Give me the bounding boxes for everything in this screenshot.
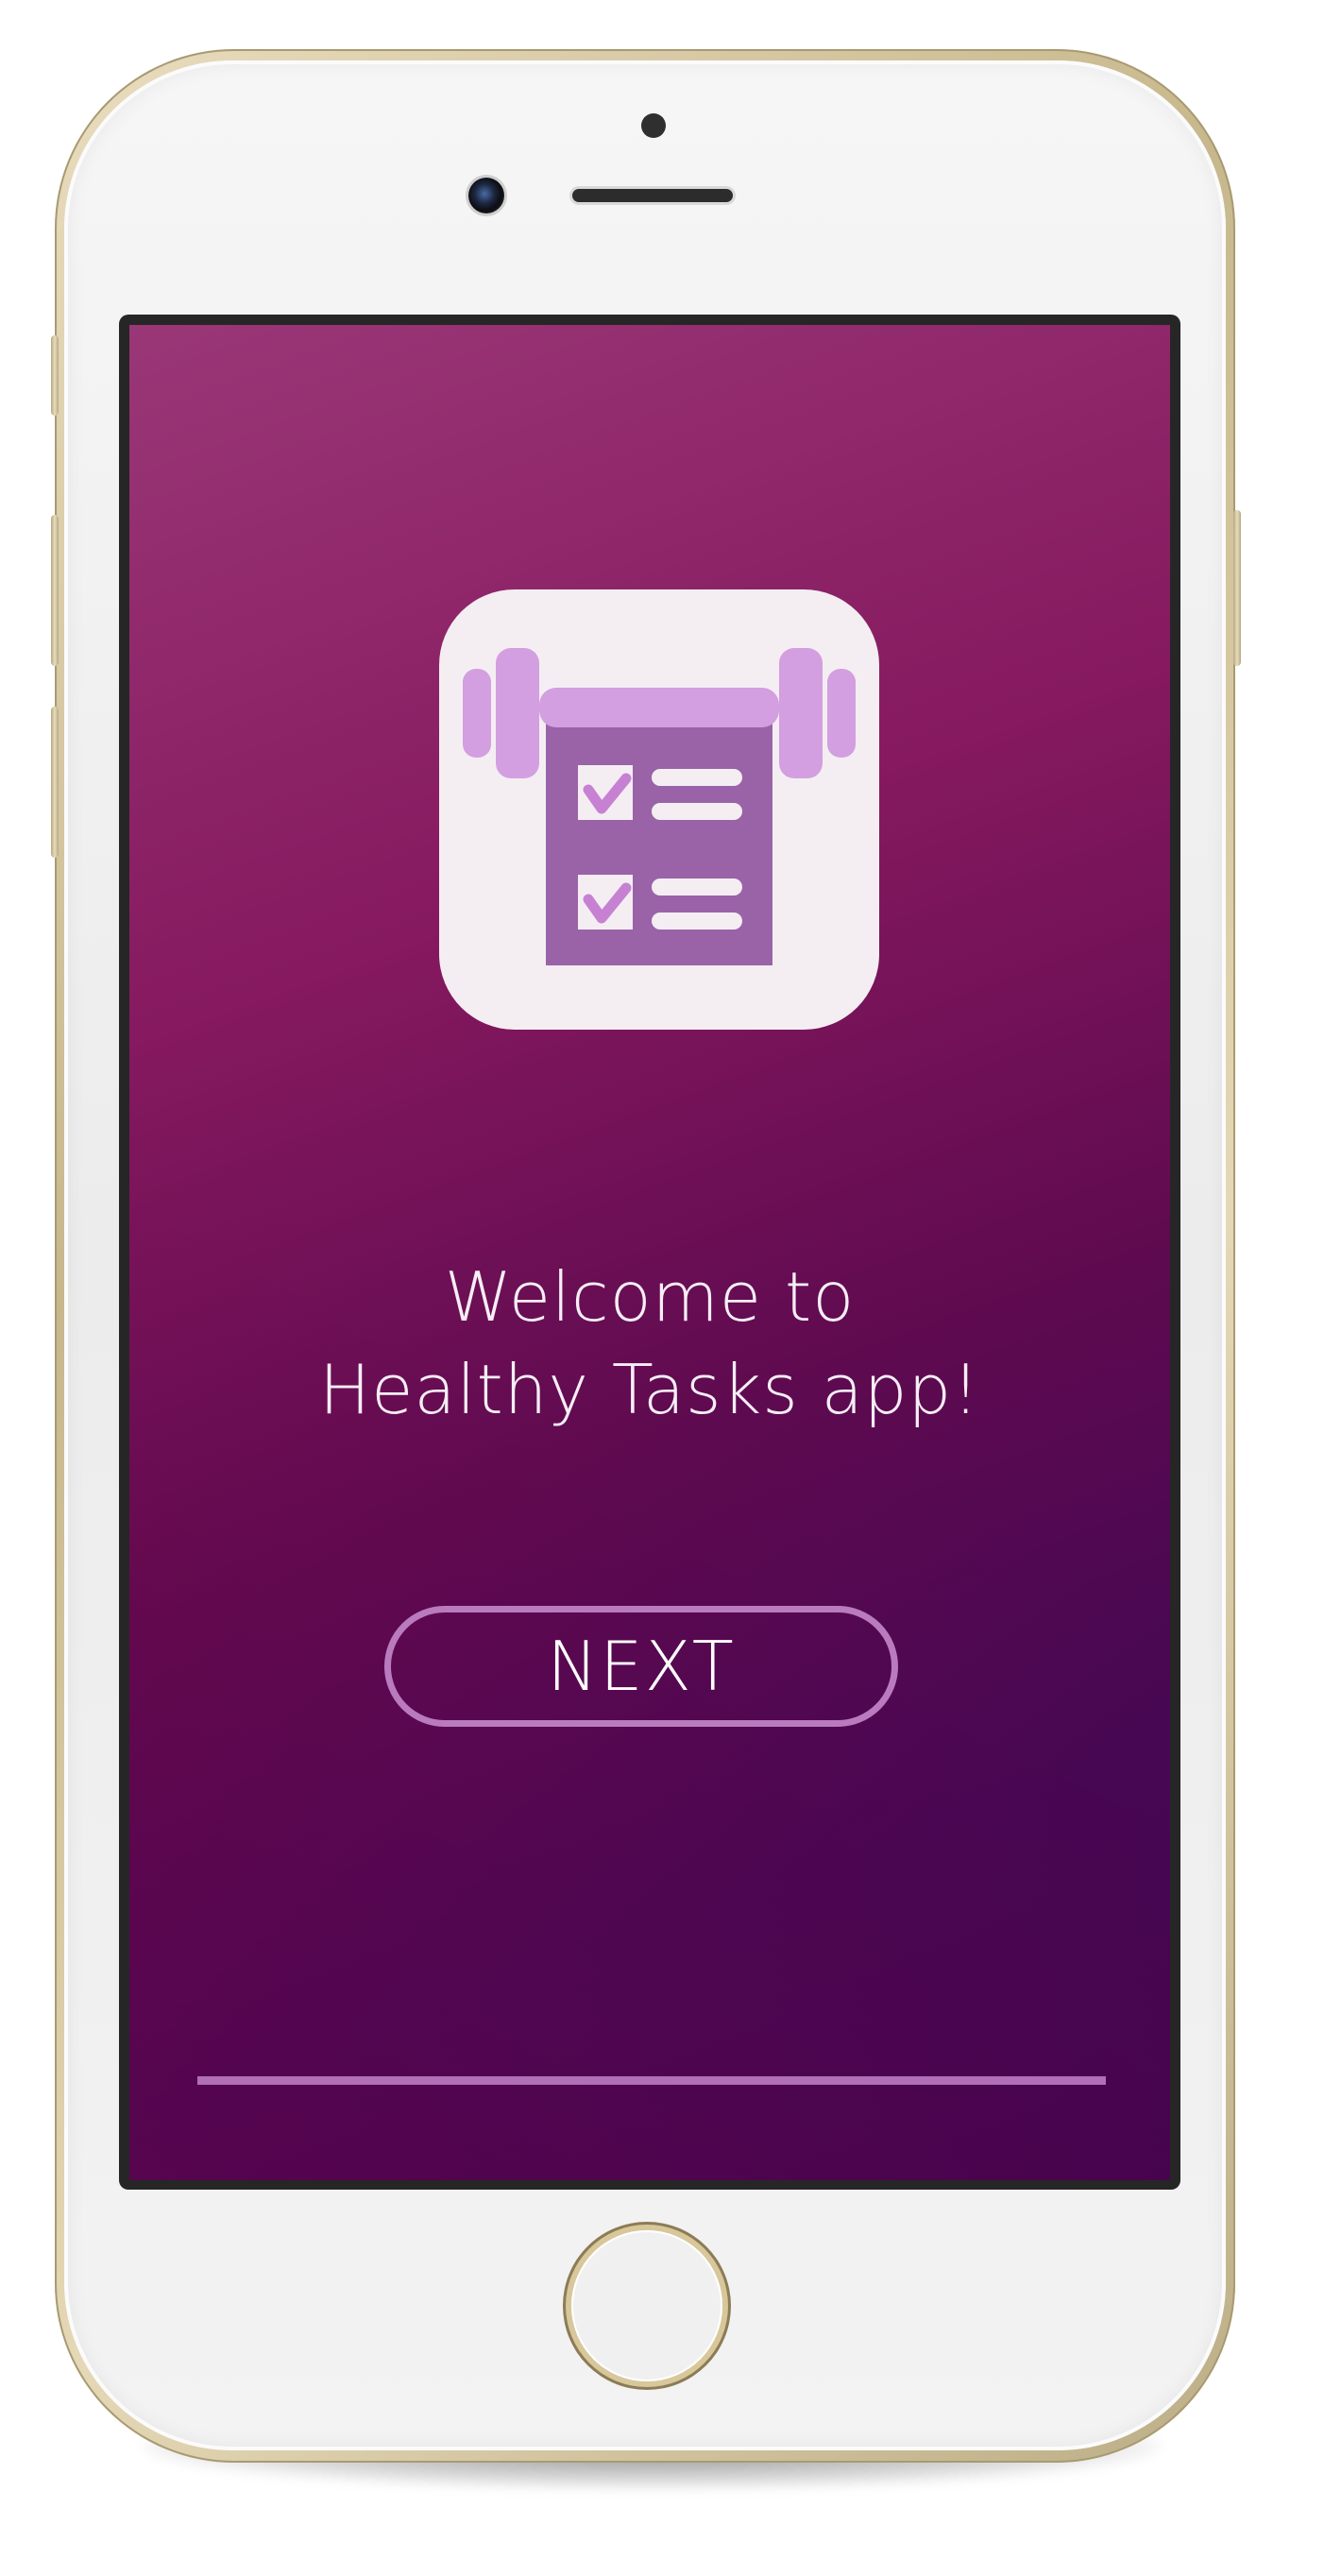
app-screen: Welcome to Healthy Tasks app! NEXT — [129, 325, 1170, 2180]
home-button-icon[interactable] — [571, 2230, 722, 2381]
welcome-line-1: Welcome to — [444, 1257, 856, 1337]
next-button[interactable]: NEXT — [384, 1606, 898, 1727]
earpiece-speaker — [572, 189, 733, 202]
progress-indicator — [197, 2076, 1106, 2085]
volume-up-button — [51, 515, 59, 666]
welcome-message: Welcome to Healthy Tasks app! — [129, 1251, 1170, 1436]
checklist-dumbbell-icon — [439, 589, 879, 1030]
power-button — [1233, 510, 1241, 666]
volume-down-button — [51, 707, 59, 858]
welcome-line-2: Healthy Tasks app! — [318, 1350, 981, 1429]
proximity-sensor — [641, 113, 666, 138]
front-camera-icon — [468, 178, 504, 213]
mute-switch — [51, 335, 59, 416]
